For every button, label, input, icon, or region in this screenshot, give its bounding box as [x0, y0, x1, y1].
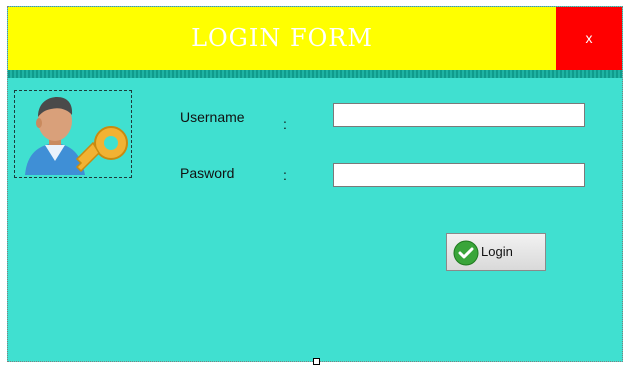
- form-title: LOGIN FORM: [191, 24, 373, 52]
- login-button-label: Login: [481, 244, 513, 259]
- password-colon: :: [283, 167, 287, 183]
- username-colon: :: [283, 116, 287, 132]
- title-bar: LOGIN FORM x: [8, 7, 622, 70]
- designer-canvas: LOGIN FORM x Username: Pasword: Login: [0, 0, 626, 367]
- login-button[interactable]: Login: [446, 233, 546, 271]
- login-form-window: LOGIN FORM x Username: Pasword: Login: [7, 6, 623, 362]
- password-input[interactable]: [333, 163, 585, 187]
- username-label: Username: [180, 109, 245, 125]
- password-label: Pasword: [180, 165, 235, 181]
- close-button[interactable]: x: [556, 7, 622, 70]
- avatar-picturebox: [14, 90, 132, 178]
- resize-handle[interactable]: [313, 358, 320, 365]
- user-key-icon: [25, 97, 128, 175]
- header-divider: [8, 70, 622, 78]
- username-input[interactable]: [333, 103, 585, 127]
- checkmark-icon: [453, 240, 479, 266]
